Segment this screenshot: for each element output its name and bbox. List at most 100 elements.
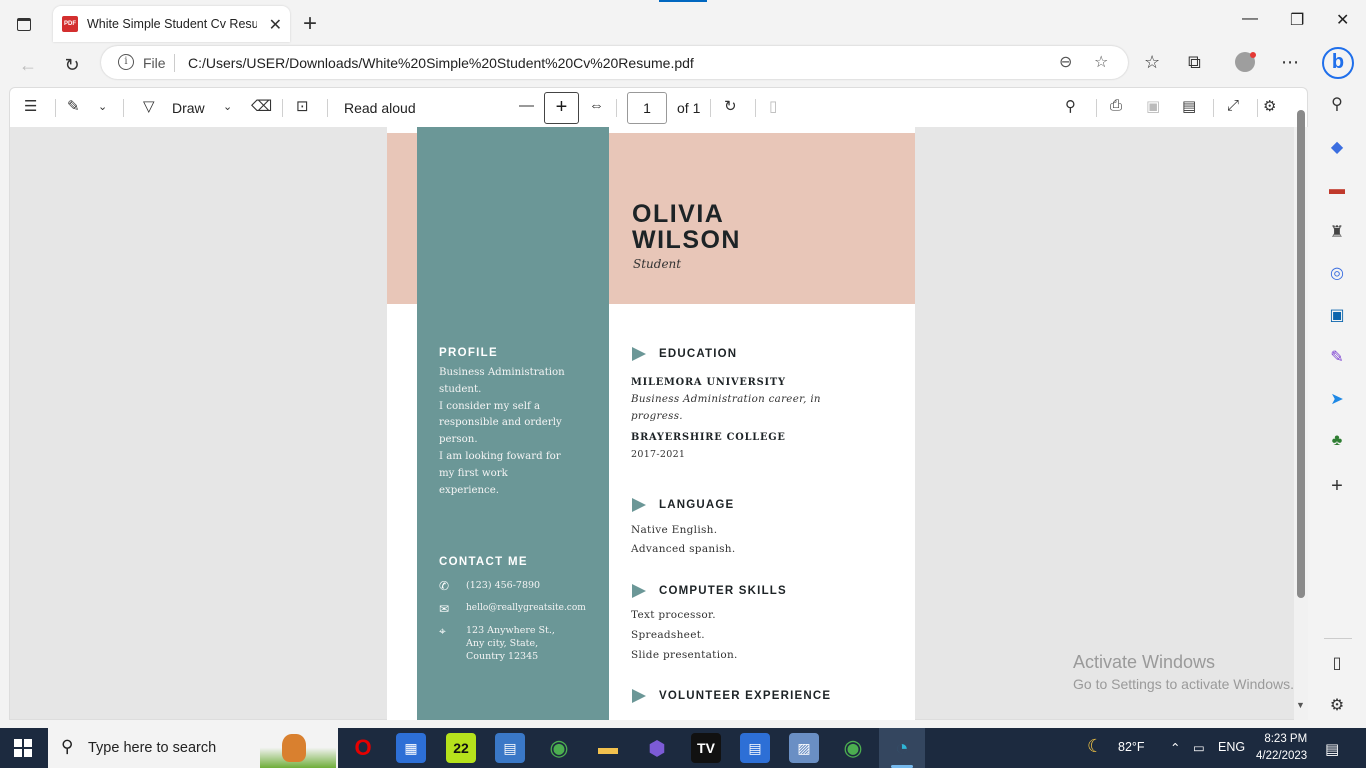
store-icon[interactable]: ▦ bbox=[396, 733, 426, 763]
document-app-icon[interactable]: ▤ bbox=[495, 733, 525, 763]
opera-icon[interactable]: O bbox=[348, 733, 378, 763]
office-icon[interactable]: ◎ bbox=[1327, 263, 1347, 283]
page-number-input[interactable]: 1 bbox=[627, 92, 667, 124]
fox-icon bbox=[282, 734, 306, 762]
clock[interactable]: 8:23 PM 4/22/2023 bbox=[1256, 731, 1307, 765]
draw-label[interactable]: Draw bbox=[172, 100, 205, 116]
add-icon[interactable]: + bbox=[1327, 475, 1347, 497]
chevron-right-icon bbox=[632, 689, 650, 703]
print-icon[interactable]: ⎙ bbox=[1110, 97, 1122, 114]
school-name: BRAYERSHIRE COLLEGE bbox=[631, 432, 786, 443]
favorites-icon[interactable]: ☆ bbox=[1144, 52, 1160, 73]
info-icon[interactable]: i bbox=[118, 54, 134, 70]
save-as-icon[interactable]: ▤ bbox=[1182, 97, 1196, 115]
add-favorite-icon[interactable]: ☆ bbox=[1094, 52, 1108, 72]
word-icon[interactable]: ▤ bbox=[740, 733, 770, 763]
phone-text: (123) 456-7890 bbox=[466, 580, 541, 591]
temperature[interactable]: 82°F bbox=[1118, 740, 1145, 754]
search-icon[interactable]: ⚲ bbox=[1327, 94, 1347, 114]
bing-chat-icon[interactable]: b bbox=[1322, 47, 1354, 79]
edge-icon[interactable]: ◔ bbox=[887, 733, 917, 763]
drop-icon[interactable]: ➤ bbox=[1327, 389, 1347, 409]
notifications-icon[interactable]: ▤ bbox=[1325, 740, 1339, 758]
volunteer-heading: VOLUNTEER EXPERIENCE bbox=[632, 689, 831, 703]
contents-icon[interactable]: ☰ bbox=[24, 97, 37, 115]
refresh-button[interactable]: ↻ bbox=[58, 51, 86, 79]
app-22-icon[interactable]: 22 bbox=[446, 733, 476, 763]
zoom-out-icon[interactable]: ⊖ bbox=[1059, 52, 1072, 72]
mail-icon: ✉ bbox=[439, 602, 450, 616]
read-aloud-button[interactable]: Read aloud bbox=[344, 100, 416, 116]
search-icon: ⚲ bbox=[61, 737, 74, 756]
search-icon[interactable]: ⚲ bbox=[1065, 97, 1076, 115]
chrome-icon[interactable]: ◉ bbox=[544, 733, 574, 763]
network-icon[interactable]: ▭ bbox=[1193, 740, 1205, 755]
games-icon[interactable]: ♜ bbox=[1327, 222, 1347, 242]
highlight-icon[interactable]: ✎ bbox=[67, 97, 80, 115]
list-item: Spreadsheet. bbox=[631, 629, 705, 641]
scrollbar-thumb[interactable] bbox=[1297, 110, 1305, 598]
designer-icon[interactable]: ✎ bbox=[1327, 347, 1347, 367]
save-icon[interactable]: ▣ bbox=[1146, 97, 1160, 115]
tools-icon[interactable]: ▬ bbox=[1327, 180, 1347, 200]
profile-line: I am looking foward for bbox=[439, 450, 561, 462]
fullscreen-icon[interactable]: ⤢ bbox=[1227, 97, 1239, 114]
tradingview-icon[interactable]: TV bbox=[691, 733, 721, 763]
divider bbox=[616, 99, 617, 117]
chevron-right-icon bbox=[632, 498, 650, 512]
fit-to-width-icon[interactable]: ⇔ bbox=[589, 97, 604, 114]
profile-text: Business Administration student. I consi… bbox=[439, 365, 589, 499]
close-tab-icon[interactable]: ✕ bbox=[269, 15, 282, 35]
back-button[interactable]: ← bbox=[14, 51, 42, 79]
rotate-icon[interactable]: ↻ bbox=[724, 97, 737, 115]
file-explorer-icon[interactable]: ▬ bbox=[593, 733, 623, 763]
app-hex-icon[interactable]: ⬢ bbox=[642, 733, 672, 763]
new-tab-button[interactable]: + bbox=[303, 10, 317, 38]
page-total: of 1 bbox=[677, 100, 701, 116]
draw-icon[interactable]: ▽ bbox=[143, 97, 155, 115]
more-options-icon[interactable]: ⋯ bbox=[1281, 52, 1299, 73]
profile-line: Business Administration bbox=[439, 367, 565, 378]
text-box-icon[interactable]: ⊡ bbox=[296, 97, 309, 115]
pdf-icon: PDF bbox=[62, 16, 78, 32]
clock-time: 8:23 PM bbox=[1264, 733, 1308, 745]
page-view-icon[interactable]: ▯ bbox=[769, 97, 777, 115]
profile-line: experience. bbox=[439, 484, 500, 496]
show-hidden-icons[interactable]: ⌃ bbox=[1170, 740, 1180, 755]
minimize-button[interactable]: — bbox=[1242, 10, 1258, 28]
tree-icon[interactable]: ♣ bbox=[1327, 431, 1347, 451]
settings-icon[interactable]: ⚙ bbox=[1263, 97, 1276, 115]
weather-icon[interactable]: ☾ bbox=[1087, 736, 1103, 757]
tab-actions-icon[interactable] bbox=[12, 12, 36, 36]
eraser-icon[interactable]: ⌫ bbox=[251, 97, 272, 115]
collections-icon[interactable]: ⧉ bbox=[1188, 52, 1201, 73]
maximize-button[interactable]: ❐ bbox=[1290, 10, 1304, 30]
profile-heading: PROFILE bbox=[439, 347, 498, 359]
url-text[interactable]: C:/Users/USER/Downloads/White%20Simple%2… bbox=[188, 55, 694, 71]
address-line: Country 12345 bbox=[466, 651, 539, 662]
photos-icon[interactable]: ▨ bbox=[789, 733, 819, 763]
language-indicator[interactable]: ENG bbox=[1218, 740, 1245, 754]
zoom-out-button[interactable]: — bbox=[519, 97, 534, 114]
tab-active[interactable]: PDF White Simple Student Cv Resume.pdf ✕ bbox=[53, 6, 290, 42]
close-window-button[interactable]: ✕ bbox=[1336, 10, 1349, 30]
hide-sidebar-icon[interactable]: ▯ bbox=[1327, 653, 1347, 673]
scroll-down-arrow[interactable]: ▼ bbox=[1296, 700, 1305, 710]
profile-line: person. bbox=[439, 434, 478, 446]
settings-icon[interactable]: ⚙ bbox=[1327, 695, 1347, 715]
address-bar[interactable]: i File C:/Users/USER/Downloads/White%20S… bbox=[101, 46, 1128, 79]
shopping-tag-icon[interactable]: ◆ bbox=[1327, 137, 1347, 157]
windows-start-icon[interactable] bbox=[14, 739, 32, 757]
chevron-down-icon[interactable]: ⌄ bbox=[223, 100, 232, 113]
list-item: Advanced spanish. bbox=[631, 543, 736, 555]
resume-name: OLIVIA WILSON bbox=[632, 201, 741, 253]
chevron-down-icon[interactable]: ⌄ bbox=[98, 100, 107, 113]
zoom-in-button[interactable]: + bbox=[544, 92, 579, 124]
outlook-icon[interactable]: ▣ bbox=[1327, 305, 1347, 325]
profile-line: student. bbox=[439, 383, 482, 395]
last-name: WILSON bbox=[632, 226, 741, 254]
chevron-right-icon bbox=[632, 347, 650, 361]
chrome-profile-icon[interactable]: ◉ bbox=[838, 733, 868, 763]
title-bar: PDF White Simple Student Cv Resume.pdf ✕… bbox=[0, 0, 1366, 46]
watermark-subtitle: Go to Settings to activate Windows. bbox=[1073, 676, 1294, 692]
